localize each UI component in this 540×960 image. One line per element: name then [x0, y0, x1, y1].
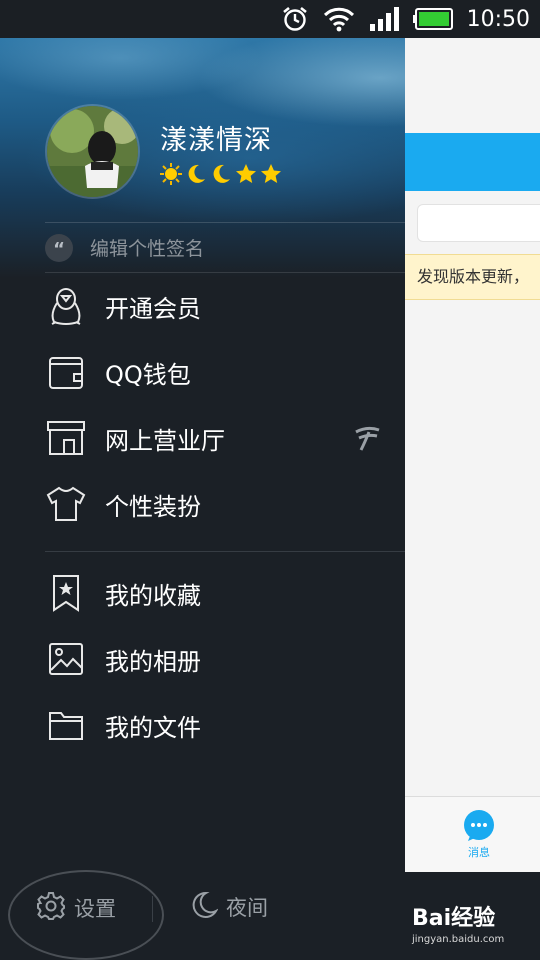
menu-item-favorites-label: 我的收藏 [105, 581, 201, 610]
update-banner[interactable]: 发现版本更新， [405, 254, 540, 300]
menu-item-vip[interactable]: 开通会员 [0, 273, 405, 339]
drawer-menu: 开通会员 QQ钱包 网上营业厅 个性装扮 我的收藏 我的相册 我的文件 [0, 272, 405, 758]
menu-item-favorites[interactable]: 我的收藏 [0, 560, 405, 626]
photo-icon [46, 639, 86, 679]
status-bar: 10:50 [0, 0, 540, 38]
menu-item-album-label: 我的相册 [105, 647, 201, 676]
profile-info: 漾漾情深 [160, 118, 282, 185]
bottom-tab-bar: 消息 [405, 796, 540, 872]
quote-icon: “ [45, 233, 73, 262]
menu-item-online-hall[interactable]: 网上营业厅 [0, 405, 405, 471]
gear-icon [36, 891, 66, 925]
profile-section[interactable]: 漾漾情深 [45, 104, 282, 199]
battery-icon [412, 8, 453, 30]
china-telecom-icon [353, 424, 381, 456]
night-mode-button[interactable]: 夜间 [190, 891, 268, 923]
signature-placeholder: 编辑个性签名 [90, 238, 205, 260]
settings-button[interactable]: 设置 [36, 891, 116, 925]
menu-item-wallet-label: QQ钱包 [105, 360, 191, 389]
menu-item-wallet[interactable]: QQ钱包 [0, 339, 405, 405]
avatar[interactable] [45, 104, 140, 199]
main-header-bar [405, 133, 540, 191]
moon-icon [210, 163, 232, 185]
menu-item-files[interactable]: 我的文件 [0, 692, 405, 758]
penguin-icon [46, 286, 86, 326]
main-panel-peek[interactable]: 发现版本更新， 消息 [405, 38, 540, 872]
menu-item-files-label: 我的文件 [105, 713, 201, 742]
status-clock: 10:50 [466, 6, 530, 32]
watermark-logo: Bai经验 [412, 906, 496, 931]
sun-icon [160, 163, 182, 185]
level-badges[interactable] [160, 163, 282, 185]
menu-item-album[interactable]: 我的相册 [0, 626, 405, 692]
divider [152, 896, 153, 922]
search-box[interactable] [417, 204, 540, 242]
alarm-clock-icon [281, 5, 309, 33]
nickname: 漾漾情深 [160, 125, 272, 156]
star-icon [260, 163, 282, 185]
star-icon [235, 163, 257, 185]
menu-item-theme-label: 个性装扮 [105, 492, 201, 521]
signal-bars-icon [369, 7, 399, 31]
night-mode-label: 夜间 [226, 896, 268, 920]
moon-icon [185, 163, 207, 185]
wallet-icon [46, 352, 86, 392]
tshirt-icon [46, 484, 86, 524]
tab-message-label: 消息 [468, 846, 490, 859]
tab-message[interactable]: 消息 [461, 810, 497, 860]
settings-label: 设置 [74, 897, 116, 921]
watermark-url: jingyan.baidu.com [412, 934, 505, 945]
baidu-jingyan-watermark: Bai经验 jingyan.baidu.com [412, 900, 532, 956]
side-drawer: 漾漾情深 “ 编辑个性签名 开通会员 QQ钱包 网上营业厅 个性装扮 我的收藏 … [0, 38, 405, 960]
storefront-icon [46, 418, 86, 458]
wifi-icon [323, 6, 355, 32]
menu-item-vip-label: 开通会员 [105, 294, 201, 323]
menu-item-online-hall-label: 网上营业厅 [105, 426, 225, 455]
drawer-bottom-bar: 设置 夜间 [0, 870, 405, 960]
menu-item-theme[interactable]: 个性装扮 [0, 471, 405, 537]
message-bubble-icon [462, 810, 496, 842]
edit-signature-row[interactable]: “ 编辑个性签名 [45, 222, 405, 272]
bookmark-star-icon [46, 573, 86, 613]
moon-icon [190, 891, 219, 923]
folder-icon [46, 705, 86, 745]
divider [45, 551, 405, 552]
